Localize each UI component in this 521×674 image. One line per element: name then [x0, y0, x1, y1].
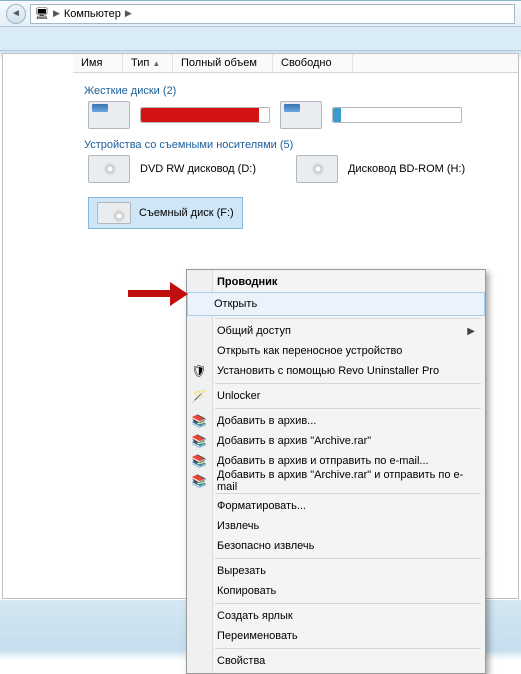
- drive-icon[interactable]: [88, 101, 130, 129]
- group-hdd[interactable]: Жесткие диски (2): [84, 85, 518, 97]
- winrar-icon: 📚: [191, 473, 207, 489]
- drive-label-usb: Съемный диск (F:): [139, 207, 234, 219]
- hdd-row: [88, 101, 518, 129]
- context-menu: Проводник Открыть Общий доступ ▶ Открыть…: [186, 269, 486, 674]
- nav-back-button[interactable]: ◄: [6, 4, 26, 24]
- ctx-add-archive-email[interactable]: 📚 Добавить в архив и отправить по e-mail…: [187, 451, 485, 471]
- ctx-rename[interactable]: Переименовать: [187, 626, 485, 646]
- column-type[interactable]: Тип ▲: [123, 54, 173, 72]
- breadcrumb-bar[interactable]: 🖥 ▶ Компьютер ▶: [30, 4, 515, 24]
- ctx-copy[interactable]: Копировать: [187, 581, 485, 601]
- column-header: Имя Тип ▲ Полный объем Свободно: [73, 54, 518, 73]
- dvd-drive-icon[interactable]: [88, 155, 130, 183]
- ctx-open-portable[interactable]: Открыть как переносное устройство: [187, 341, 485, 361]
- revo-icon: 🛡: [191, 363, 207, 379]
- submenu-arrow-icon: ▶: [467, 326, 475, 337]
- ctx-add-archive-rar-email[interactable]: 📚 Добавить в архив "Archive.rar" и отпра…: [187, 471, 485, 491]
- drive-label-bd[interactable]: Дисковод BD-ROM (H:): [348, 163, 465, 175]
- selected-drive[interactable]: Съемный диск (F:): [88, 197, 243, 229]
- ctx-shortcut[interactable]: Создать ярлык: [187, 606, 485, 626]
- computer-icon: 🖥: [35, 7, 49, 20]
- ctx-cut[interactable]: Вырезать: [187, 561, 485, 581]
- column-free[interactable]: Свободно: [273, 54, 353, 72]
- ctx-safe-eject[interactable]: Безопасно извлечь: [187, 536, 485, 556]
- annotation-arrow: [128, 282, 188, 306]
- ctx-add-archive[interactable]: 📚 Добавить в архив...: [187, 411, 485, 431]
- chevron-right-icon: ▶: [53, 8, 60, 19]
- ctx-unlocker[interactable]: 🪄 Unlocker: [187, 386, 485, 406]
- winrar-icon: 📚: [191, 433, 207, 449]
- ctx-eject[interactable]: Извлечь: [187, 516, 485, 536]
- capacity-bar: [140, 107, 270, 123]
- group-removable[interactable]: Устройства со съемными носителями (5): [84, 139, 518, 151]
- chevron-right-icon: ▶: [125, 8, 132, 19]
- sort-asc-icon: ▲: [152, 59, 160, 68]
- separator: [215, 383, 481, 384]
- separator: [215, 558, 481, 559]
- drive-listing: Жесткие диски (2) Устройства со съемными…: [3, 73, 518, 229]
- content-area: Имя Тип ▲ Полный объем Свободно Жесткие …: [2, 53, 519, 599]
- separator: [215, 493, 481, 494]
- capacity-bar: [332, 107, 462, 123]
- column-volume[interactable]: Полный объем: [173, 54, 273, 72]
- drive-icon[interactable]: [280, 101, 322, 129]
- ctx-properties[interactable]: Свойства: [187, 651, 485, 671]
- winrar-icon: 📚: [191, 413, 207, 429]
- ctx-share[interactable]: Общий доступ ▶: [187, 321, 485, 341]
- separator: [215, 408, 481, 409]
- usb-drive-icon: [97, 202, 131, 224]
- ctx-explorer[interactable]: Проводник: [187, 272, 485, 292]
- separator: [215, 318, 481, 319]
- toolbar-band: [0, 27, 521, 51]
- column-name[interactable]: Имя: [73, 54, 123, 72]
- bd-drive-icon[interactable]: [296, 155, 338, 183]
- ctx-revo[interactable]: 🛡 Установить с помощью Revo Uninstaller …: [187, 361, 485, 381]
- breadcrumb-computer[interactable]: Компьютер: [64, 8, 121, 20]
- winrar-icon: 📚: [191, 453, 207, 469]
- wand-icon: 🪄: [191, 388, 207, 404]
- address-bar: ◄ 🖥 ▶ Компьютер ▶: [0, 1, 521, 27]
- ctx-add-archive-rar[interactable]: 📚 Добавить в архив "Archive.rar": [187, 431, 485, 451]
- ctx-open[interactable]: Открыть: [187, 292, 485, 316]
- ctx-format[interactable]: Форматировать...: [187, 496, 485, 516]
- separator: [215, 648, 481, 649]
- removable-row: DVD RW дисковод (D:) Дисковод BD-ROM (H:…: [88, 155, 518, 183]
- separator: [215, 603, 481, 604]
- drive-label-dvd[interactable]: DVD RW дисковод (D:): [140, 163, 256, 175]
